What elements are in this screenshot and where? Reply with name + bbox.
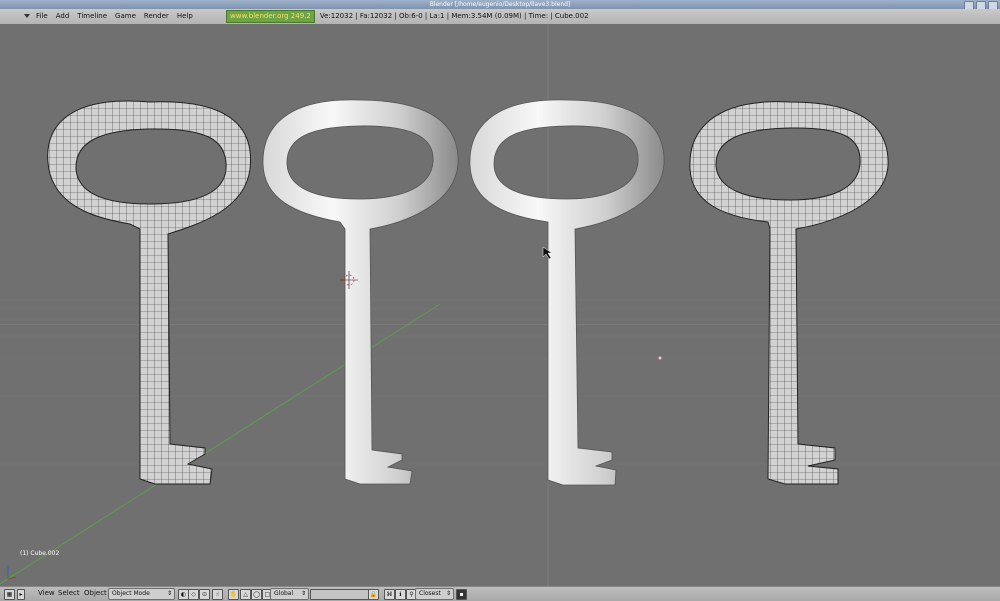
collapse-menu-icon[interactable]: ▸ xyxy=(17,589,25,600)
menu-help[interactable]: Help xyxy=(177,9,193,24)
main-menu: File Add Timeline Game Render Help xyxy=(36,9,193,24)
manipulator-toggle-icon[interactable]: ☝ xyxy=(212,589,223,600)
scene-render xyxy=(0,24,1000,586)
snap-magnet-icon[interactable]: ⌘ xyxy=(384,589,395,600)
axis-gizmo-icon xyxy=(7,566,17,580)
menu-file[interactable]: File xyxy=(36,9,48,24)
window-titlebar: Blender [/home/eugenio/Desktop/llave3.bl… xyxy=(0,0,1000,10)
key-wireframe-left[interactable] xyxy=(47,100,252,485)
orientation-value: Global xyxy=(274,590,294,597)
info-header: File Add Timeline Game Render Help www.b… xyxy=(0,9,1000,25)
3d-view-header: ▦ ▸ View Select Object Object Mode ◐ ◇ ⊙… xyxy=(0,586,1000,601)
menu-view[interactable]: View xyxy=(38,588,55,599)
pivot-icon[interactable]: ◇ xyxy=(188,589,199,600)
stats-text: Ve:12032 | Fa:12032 | Ob:6-0 | La:1 | Me… xyxy=(319,12,589,20)
snap-mode-select[interactable]: Closest xyxy=(415,588,454,600)
lock-icon[interactable]: 🔒 xyxy=(368,589,379,600)
active-object-label: (1) Cube.002 xyxy=(20,550,60,557)
lamp-icon[interactable] xyxy=(658,356,662,360)
menu-timeline[interactable]: Timeline xyxy=(77,9,107,24)
pivot-center-icon[interactable]: ⊙ xyxy=(199,589,210,600)
scene-stats: www.blender.org 249.2 Ve:12032 | Fa:1203… xyxy=(226,10,589,23)
orientation-select[interactable]: Global xyxy=(270,588,309,600)
3d-viewport[interactable] xyxy=(0,24,1000,586)
key-wireframe-right[interactable] xyxy=(689,101,889,485)
snap-mode-value: Closest xyxy=(419,590,441,597)
menu-add[interactable]: Add xyxy=(56,9,70,24)
header-toggle-icon[interactable] xyxy=(24,14,30,18)
blender-website-badge[interactable]: www.blender.org 249.2 xyxy=(226,10,315,23)
menu-game[interactable]: Game xyxy=(115,9,136,24)
mode-value: Object Mode xyxy=(112,590,150,597)
mode-select[interactable]: Object Mode xyxy=(108,588,175,600)
editor-type-icon[interactable]: ▦ xyxy=(4,589,15,600)
menu-render[interactable]: Render xyxy=(144,9,169,24)
rotate-icon[interactable]: ◯ xyxy=(251,589,262,600)
translate-icon[interactable]: △ xyxy=(240,589,251,600)
y-axis-line xyxy=(0,303,441,585)
info-icon[interactable]: ℹ xyxy=(395,589,406,600)
key-solid-right[interactable] xyxy=(469,99,665,486)
key-solid-left[interactable] xyxy=(262,99,459,485)
window-title: Blender [/home/eugenio/Desktop/llave3.bl… xyxy=(429,1,571,8)
menu-object[interactable]: Object xyxy=(84,588,107,599)
render-icon[interactable]: ▪ xyxy=(456,589,467,600)
manipulator-hand-icon[interactable]: ✋ xyxy=(228,589,239,600)
menu-select[interactable]: Select xyxy=(58,588,80,599)
